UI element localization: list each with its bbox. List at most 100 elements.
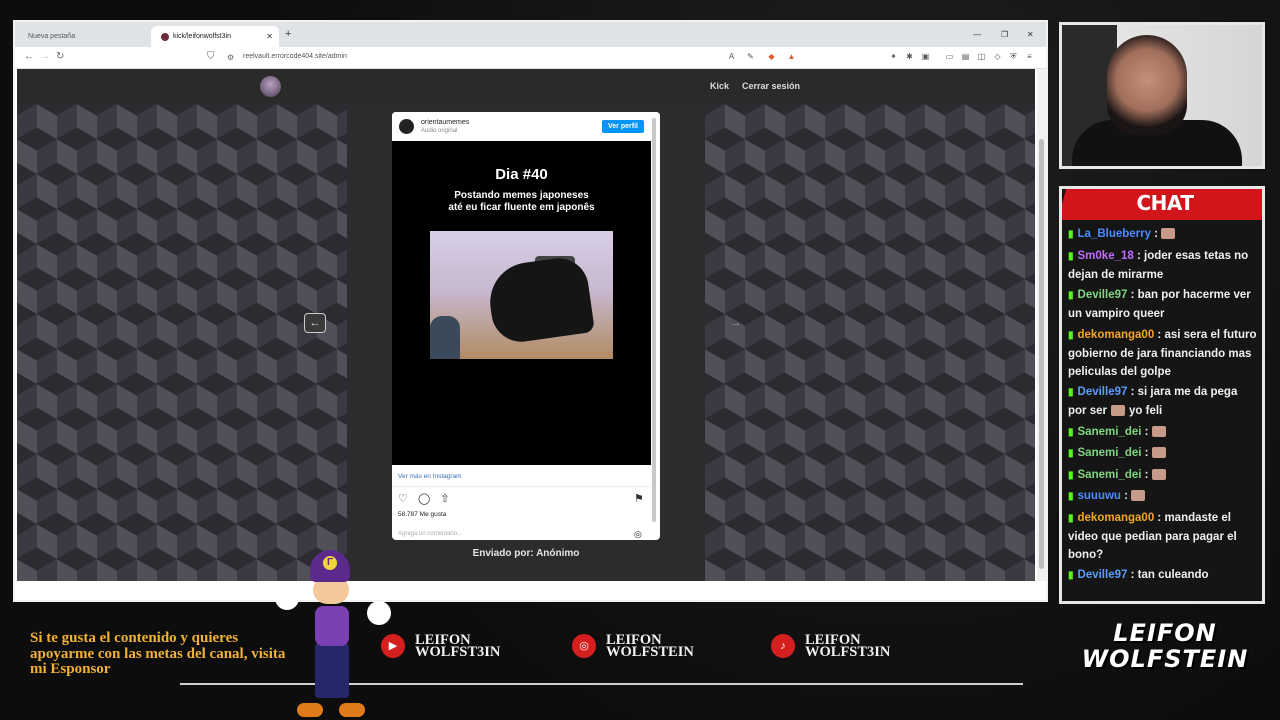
avatar[interactable] [399, 119, 414, 134]
kick-badge-icon: ▮ [1068, 426, 1074, 438]
instagram-icon: ◎ [572, 634, 596, 658]
chat-username[interactable]: suuuwu [1078, 490, 1121, 502]
kick-badge-icon: ▮ [1068, 250, 1074, 262]
webcam-feed [1059, 22, 1265, 169]
extensions-icon[interactable]: ✱ [905, 52, 914, 61]
close-tab-icon[interactable]: ✕ [266, 32, 273, 41]
chat-separator: : [1127, 289, 1138, 301]
embed-scrollbar[interactable] [652, 118, 656, 522]
rewards-icon[interactable]: ▲ [787, 52, 796, 61]
translate-icon[interactable]: A [727, 52, 736, 61]
youtube-social[interactable]: ▶ LEIFON WOLFST3IN [381, 633, 500, 659]
site-header: Kick Cerrar sesión [17, 69, 1035, 104]
nav-kick-link[interactable]: Kick [710, 81, 729, 91]
back-icon[interactable]: ← [24, 51, 34, 62]
new-tab-icon[interactable]: + [285, 28, 291, 40]
pin-icon[interactable]: ✦ [889, 52, 898, 61]
share-icon[interactable]: ✎ [746, 52, 755, 61]
bookmark-icon[interactable]: ⛉ [207, 51, 215, 62]
likes-count: 58.787 Me gusta [398, 511, 447, 518]
mascot-hat-emblem: Γ [323, 556, 337, 570]
security-icon[interactable]: ⛨ [1009, 52, 1018, 61]
sidebar-icon[interactable]: ▭ [945, 52, 954, 61]
url-field[interactable]: reelvault.errorcode404.site/admin [243, 53, 347, 60]
chat-separator: : [1133, 249, 1145, 262]
close-window-icon[interactable]: ✕ [1027, 30, 1034, 39]
chat-separator: : [1154, 511, 1165, 524]
emote-icon [1151, 468, 1166, 480]
minimize-icon[interactable]: — [973, 30, 981, 39]
heart-icon[interactable]: ♡ [398, 493, 408, 505]
chat-message: ▮ dekomanga00 : mandaste el video que ped… [1068, 509, 1258, 564]
comment-input[interactable]: Agrega un comentario... [398, 531, 462, 537]
chat-message: ▮ Sm0ke_18 : joder esas tetas no dejan de… [1068, 247, 1258, 284]
instagram-social[interactable]: ◎ LEIFON WOLFSTEIN [572, 633, 694, 660]
chat-username[interactable]: Deville97 [1078, 386, 1128, 398]
scrollbar-thumb[interactable] [1039, 139, 1044, 569]
kick-badge-icon: ▮ [1068, 491, 1074, 502]
chat-username[interactable]: Deville97 [1078, 289, 1128, 301]
chat-message: ▮ dekomanga00 : asi sera el futuro gobier… [1068, 326, 1258, 381]
reel-media[interactable]: Dia #40 Postando memes japoneses até eu … [392, 141, 651, 465]
kick-badge-icon: ▮ [1068, 387, 1074, 398]
username[interactable]: orientaumemes [421, 119, 469, 126]
chat-message: ▮ La_Blueberry : [1068, 225, 1258, 244]
chat-username[interactable]: Sanemi_dei [1078, 447, 1142, 459]
wallet-icon[interactable]: ▣ [921, 52, 930, 61]
vpn-icon[interactable]: ◇ [993, 52, 1002, 61]
chat-username[interactable]: La_Blueberry [1078, 228, 1152, 240]
sent-by-label: Enviado por: Anónimo [472, 548, 580, 559]
mascot-legs [315, 643, 349, 698]
chat-separator: : [1127, 569, 1138, 581]
embed-header: orientaumemes Audio original Ver perfil [392, 112, 660, 140]
caption-line: até eu ficar fluente em japonês [448, 202, 595, 213]
social-line: WOLFSTEIN [606, 644, 694, 660]
screenshot-icon[interactable]: ◫ [977, 52, 986, 61]
chat-message: ▮ Sanemi_dei : [1068, 423, 1258, 442]
reload-icon[interactable]: ↻ [56, 51, 64, 62]
chat-username[interactable]: Sm0ke_18 [1078, 250, 1134, 262]
video-frame[interactable] [430, 231, 613, 359]
site-avatar[interactable] [260, 76, 281, 97]
view-more-link[interactable]: Ver más en Instagram [398, 473, 462, 480]
action-row: ♡ ◯ ⇧ [398, 492, 457, 505]
chat-message-list: ▮ La_Blueberry : ▮ Sm0ke_18 : joder esas t… [1068, 225, 1258, 588]
page-scrollbar[interactable] [1037, 69, 1046, 581]
background-pattern-left [17, 104, 347, 581]
menu-icon[interactable]: ≡ [1025, 52, 1034, 61]
chat-separator: : [1127, 386, 1138, 398]
maximize-icon[interactable]: ❐ [1001, 30, 1008, 39]
view-profile-button[interactable]: Ver perfil [602, 120, 644, 133]
brave-shield-icon[interactable]: ◆ [767, 52, 776, 61]
next-arrow-button[interactable]: → [725, 313, 747, 333]
emote-icon [1131, 490, 1146, 502]
audio-label[interactable]: Audio original [421, 128, 457, 134]
tiktok-social[interactable]: ♪ LEIFON WOLFST3IN [771, 633, 890, 659]
chat-separator: : [1141, 425, 1152, 438]
video-child [430, 316, 460, 359]
site-info-icon[interactable]: ⚙ [227, 53, 234, 62]
chat-username[interactable]: dekomanga00 [1078, 512, 1155, 524]
mascot-character: Γ [275, 548, 393, 720]
reader-icon[interactable]: ▤ [961, 52, 970, 61]
chat-username[interactable]: Sanemi_dei [1078, 426, 1142, 438]
instagram-icon[interactable]: ◎ [634, 529, 642, 540]
tab-new[interactable]: Nueva pestaña [18, 26, 146, 47]
forward-icon[interactable]: → [40, 51, 50, 62]
chat-separator: : [1154, 328, 1165, 341]
chat-username[interactable]: dekomanga00 [1078, 329, 1155, 341]
bookmark-icon[interactable]: ⚑ [634, 492, 644, 505]
chat-username[interactable]: Deville97 [1078, 569, 1128, 581]
comment-icon[interactable]: ◯ [418, 493, 430, 505]
chat-separator: : [1141, 447, 1152, 459]
prev-arrow-button[interactable]: ← [304, 313, 326, 333]
kick-badge-icon: ▮ [1068, 512, 1074, 524]
tab-kick[interactable]: kick/leifonwolfst3in ✕ [151, 26, 279, 47]
kick-badge-icon: ▮ [1068, 570, 1074, 581]
share-icon[interactable]: ⇧ [440, 493, 449, 505]
chat-username[interactable]: Sanemi_dei [1078, 469, 1142, 481]
nav-logout-link[interactable]: Cerrar sesión [742, 81, 800, 91]
chat-separator: : [1141, 468, 1152, 481]
emote-icon [1151, 447, 1166, 459]
kick-badge-icon: ▮ [1068, 290, 1074, 301]
